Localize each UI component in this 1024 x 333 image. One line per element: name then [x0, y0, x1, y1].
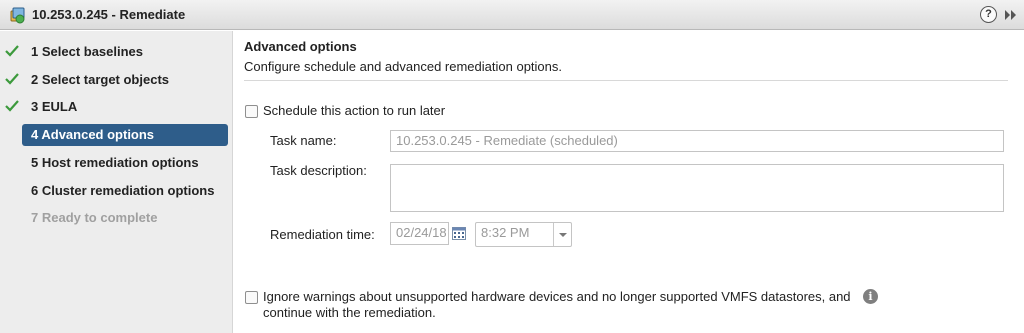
wizard-icon	[10, 7, 25, 24]
time-select[interactable]: 8:32 PM	[475, 222, 572, 247]
ignore-warnings-label-line2[interactable]: continue with the remediation.	[263, 305, 436, 321]
step-cluster-remediation-options[interactable]: 6 Cluster remediation options	[22, 180, 228, 202]
task-name-input[interactable]: 10.253.0.245 - Remediate (scheduled)	[390, 130, 1004, 152]
info-icon[interactable]: i	[863, 289, 878, 304]
task-name-label: Task name:	[270, 133, 337, 148]
page-subtitle: Configure schedule and advanced remediat…	[244, 59, 562, 74]
help-button[interactable]: ?	[980, 6, 997, 23]
page-title: Advanced options	[244, 39, 357, 54]
schedule-later-checkbox[interactable]	[245, 105, 258, 118]
step-advanced-options[interactable]: 4 Advanced options	[22, 124, 228, 146]
checkmark-icon	[5, 45, 19, 57]
task-description-label: Task description:	[270, 163, 367, 178]
step-select-baselines[interactable]: 1 Select baselines	[22, 41, 228, 63]
step-select-target-objects[interactable]: 2 Select target objects	[22, 69, 228, 91]
double-chevron-right-icon[interactable]	[1004, 9, 1018, 21]
wizard-steps-sidebar: 1 Select baselines 2 Select target objec…	[0, 31, 233, 333]
title-bar: 10.253.0.245 - Remediate ?	[0, 0, 1024, 30]
ignore-warnings-checkbox[interactable]	[245, 291, 258, 304]
chevron-down-icon[interactable]	[553, 223, 571, 246]
step-eula[interactable]: 3 EULA	[22, 96, 228, 118]
remediation-time-label: Remediation time:	[270, 227, 375, 242]
divider	[244, 80, 1008, 81]
date-input[interactable]: 02/24/18	[390, 222, 449, 245]
time-value: 8:32 PM	[481, 225, 530, 240]
step-host-remediation-options[interactable]: 5 Host remediation options	[22, 152, 228, 174]
task-description-input[interactable]	[390, 164, 1004, 212]
advanced-options-panel: Advanced options Configure schedule and …	[244, 31, 1016, 333]
checkmark-icon	[5, 73, 19, 85]
checkmark-icon	[5, 100, 19, 112]
ignore-warnings-label-line1[interactable]: Ignore warnings about unsupported hardwa…	[263, 289, 851, 305]
schedule-later-label[interactable]: Schedule this action to run later	[263, 103, 445, 119]
window-title: 10.253.0.245 - Remediate	[32, 7, 186, 22]
step-ready-to-complete: 7 Ready to complete	[31, 210, 158, 225]
calendar-icon[interactable]	[452, 226, 466, 240]
